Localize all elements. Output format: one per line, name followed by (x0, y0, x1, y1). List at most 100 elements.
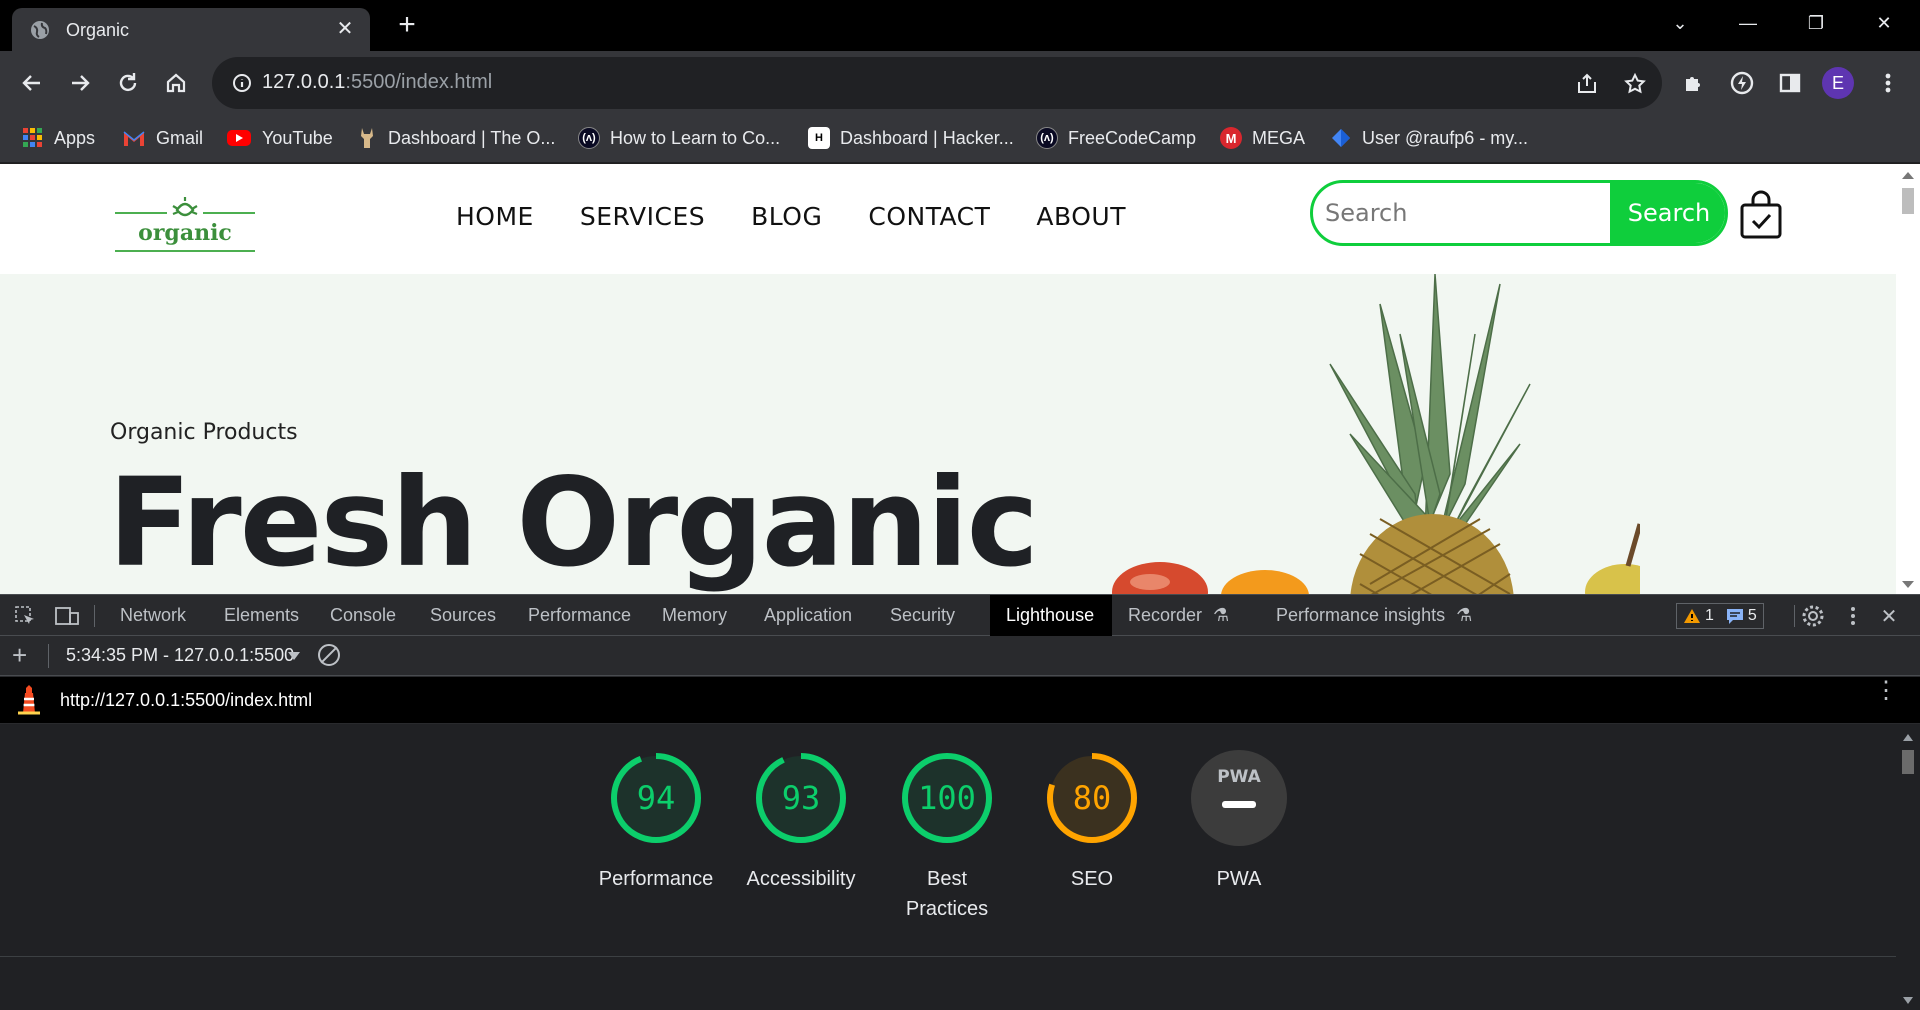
back-button[interactable] (16, 67, 48, 99)
reload-icon (119, 73, 137, 92)
divider (1794, 605, 1795, 627)
warnings-badge[interactable]: 1 5 (1676, 603, 1764, 629)
bookmark-freecodecamp[interactable]: (ʌ) FreeCodeCamp (1036, 125, 1196, 151)
gauge-label: SEO (1070, 868, 1114, 890)
nav-about[interactable]: ABOUT (1036, 202, 1126, 231)
report-menu-icon[interactable]: ⋮ (1874, 679, 1898, 703)
scroll-down-arrow[interactable] (1902, 581, 1914, 588)
globe-icon (31, 21, 49, 39)
mega-icon: M (1220, 127, 1242, 149)
site-header: organic HOME SERVICES BLOG CONTACT ABOUT… (0, 164, 1896, 274)
bookmark-user-raufp6[interactable]: User @raufp6 - my... (1330, 125, 1528, 151)
home-icon (166, 73, 186, 93)
bookmark-star-icon[interactable] (1622, 71, 1648, 97)
gauge-seo[interactable]: 80 SEO (1022, 748, 1162, 894)
search-input[interactable] (1313, 183, 1609, 243)
tab-application[interactable]: Application (748, 595, 868, 636)
report-select[interactable]: 5:34:35 PM - 127.0.0.1:5500 (66, 645, 294, 666)
tab-network[interactable]: Network (104, 595, 202, 636)
reload-button[interactable] (112, 67, 144, 99)
gauge-accessibility[interactable]: 93 Accessibility (731, 748, 871, 894)
clear-reports-icon[interactable] (318, 644, 340, 666)
leaf-logo-icon (172, 197, 198, 217)
tab-performance-insights[interactable]: Performance insights ⚗ (1260, 595, 1488, 636)
browser-tab[interactable]: Organic ✕ (12, 8, 370, 51)
share-icon[interactable] (1574, 71, 1600, 97)
arrow-left-icon (22, 75, 40, 91)
devtools-menu-icon[interactable] (1840, 603, 1866, 629)
nav-contact[interactable]: CONTACT (868, 202, 990, 231)
scroll-up-arrow[interactable] (1903, 734, 1913, 741)
shopping-bag-icon[interactable] (1738, 190, 1784, 240)
lighthouse-icon (18, 685, 40, 715)
nav-services[interactable]: SERVICES (580, 202, 705, 231)
tab-performance-insights-label: Performance insights (1276, 605, 1446, 625)
tab-elements[interactable]: Elements (208, 595, 315, 636)
restore-button[interactable]: ❐ (1796, 8, 1836, 38)
bookmark-apps[interactable]: Apps (22, 125, 95, 151)
page-scrollbar[interactable] (1896, 164, 1920, 594)
gauge-performance[interactable]: 94 Performance (586, 748, 726, 894)
device-toolbar-icon[interactable] (54, 603, 80, 629)
scroll-thumb[interactable] (1902, 750, 1914, 774)
bookmark-mega[interactable]: M MEGA (1220, 125, 1305, 151)
message-icon (1726, 609, 1743, 624)
forward-button[interactable] (64, 67, 96, 99)
new-report-button[interactable]: + (12, 640, 27, 671)
site-logo[interactable]: organic (115, 190, 255, 252)
new-tab-button[interactable]: + (392, 10, 422, 40)
hero-kicker: Organic Products (110, 420, 298, 445)
gauge-pwa[interactable]: PWA PWA (1169, 748, 1309, 894)
score-value: 93 (781, 779, 821, 817)
tab-security[interactable]: Security (874, 595, 971, 636)
devtools-close-icon[interactable]: ✕ (1876, 603, 1902, 629)
scroll-down-arrow[interactable] (1903, 997, 1913, 1004)
bookmark-label: Apps (54, 127, 96, 148)
messages-count: 5 (1747, 607, 1757, 624)
address-url[interactable]: 127.0.0.1:5500/index.html (262, 71, 492, 94)
tab-sources[interactable]: Sources (414, 595, 512, 636)
nav-home[interactable]: HOME (456, 202, 534, 231)
profile-avatar[interactable]: E (1822, 67, 1854, 99)
window-close-button[interactable]: ✕ (1864, 8, 1904, 38)
side-panel-icon[interactable] (1774, 67, 1806, 99)
inspect-element-icon[interactable] (12, 603, 38, 629)
hackerrank-icon: H (808, 127, 830, 149)
lighthouse-toolbar: + 5:34:35 PM - 127.0.0.1:5500 (0, 636, 1920, 676)
gauge-best-practices[interactable]: 100 Best Practices (877, 748, 1017, 924)
tab-recorder[interactable]: Recorder ⚗ (1112, 595, 1245, 636)
home-button[interactable] (160, 67, 192, 99)
minimize-button[interactable]: — (1728, 8, 1768, 38)
logo-underline (115, 250, 255, 252)
divider (94, 605, 95, 627)
devtools-scrollbar[interactable] (1896, 724, 1920, 1010)
bookmark-how-to-learn[interactable]: (ʌ) How to Learn to Co... (578, 125, 780, 151)
extensions-puzzle-icon[interactable] (1678, 67, 1710, 99)
tab-search-icon[interactable]: ⌄ (1660, 8, 1700, 38)
bookmark-label: Dashboard | Hacker... (840, 127, 1014, 148)
tab-close-icon[interactable]: ✕ (334, 18, 356, 40)
bookmark-odin-dashboard[interactable]: Dashboard | The O... (356, 125, 555, 151)
scroll-thumb[interactable] (1902, 188, 1914, 214)
tab-memory[interactable]: Memory (646, 595, 743, 636)
nav-blog[interactable]: BLOG (751, 202, 822, 231)
tab-console[interactable]: Console (314, 595, 412, 636)
gauge-label: Accessibility (746, 868, 856, 890)
scroll-up-arrow[interactable] (1902, 172, 1914, 179)
divider (0, 956, 1896, 957)
bookmark-hackerrank[interactable]: H Dashboard | Hacker... (808, 125, 1014, 151)
address-bar[interactable]: 127.0.0.1:5500/index.html (212, 57, 1662, 109)
hero-headline: Fresh Organic (108, 452, 1039, 594)
tab-lighthouse[interactable]: Lighthouse (990, 595, 1112, 636)
chevron-down-icon[interactable] (288, 652, 300, 660)
bookmark-gmail[interactable]: Gmail (122, 125, 203, 151)
settings-gear-icon[interactable] (1800, 603, 1826, 629)
gauge-label: Best Practices (905, 868, 989, 920)
bookmark-youtube[interactable]: YouTube (226, 125, 333, 151)
info-icon[interactable] (232, 73, 252, 93)
chrome-menu-icon[interactable] (1872, 67, 1904, 99)
tab-performance[interactable]: Performance (512, 595, 647, 636)
logo-line (203, 212, 255, 214)
search-button[interactable]: Search (1610, 183, 1725, 243)
performance-extension-icon[interactable] (1726, 67, 1758, 99)
